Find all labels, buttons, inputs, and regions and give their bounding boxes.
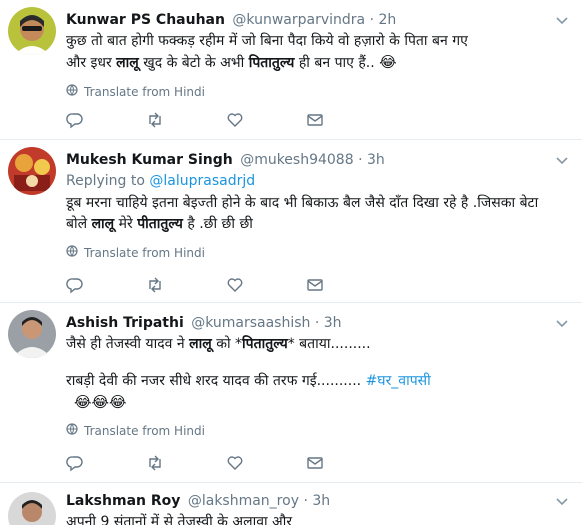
tweet-text: जैसे ही तेजस्वी यादव ने लालू को *पितातुल…: [66, 334, 554, 413]
tweet-header: Lakshman Roy @lakshman_roy · 3h: [66, 492, 554, 510]
separator: ·: [369, 12, 375, 28]
translate-label[interactable]: Translate from Hindi: [84, 245, 205, 261]
translate-label[interactable]: Translate from Hindi: [84, 84, 205, 100]
globe-icon: [66, 84, 78, 100]
avatar-image: [8, 7, 56, 55]
timestamp[interactable]: 3h: [312, 493, 330, 509]
text-line: डूब मरना चाहिये इतना बेइज्ती होने के बाद…: [66, 195, 539, 211]
like-icon[interactable]: [226, 111, 306, 129]
avatar[interactable]: [8, 147, 56, 195]
text-line: और इधर लालू खुद के बेटो के अभी पितातुल्य…: [66, 53, 397, 71]
timestamp[interactable]: 2h: [378, 12, 396, 28]
retweet-icon[interactable]: [146, 454, 226, 472]
avatar[interactable]: [8, 310, 56, 358]
tweet-text: कुछ तो बात होगी फक्कड़ रहीम में जो बिना …: [66, 31, 554, 74]
tweet-actions: [66, 111, 386, 129]
tweet-header: Mukesh Kumar Singh @mukesh94088 · 3h: [66, 151, 554, 169]
globe-icon: [66, 423, 78, 439]
message-icon[interactable]: [306, 276, 386, 294]
text-line: अपनी 9 संतानों में से तेजस्वी के अलावा औ…: [66, 514, 293, 525]
separator: ·: [358, 152, 363, 168]
tweet[interactable]: Lakshman Roy @lakshman_roy · 3h अपनी 9 स…: [0, 483, 582, 525]
message-icon[interactable]: [306, 454, 386, 472]
username[interactable]: @mukesh94088: [240, 152, 353, 168]
username[interactable]: @lakshman_roy: [188, 493, 299, 509]
tweet-text: अपनी 9 संतानों में से तेजस्वी के अलावा औ…: [66, 512, 554, 525]
text-line: राबड़ी देवी की नजर सीधे शरद यादव की तरफ …: [66, 373, 431, 389]
text-line: बोले लालू मेरे पीतातुल्य है .छी छी छी: [66, 216, 253, 232]
caret-down-icon[interactable]: [554, 152, 570, 168]
separator: ·: [303, 493, 308, 509]
reply-icon[interactable]: [66, 111, 146, 129]
caret-down-icon[interactable]: [554, 315, 570, 331]
like-icon[interactable]: [226, 454, 306, 472]
tweet-header: Kunwar PS Chauhan @kunwarparvindra · 2h: [66, 11, 554, 29]
avatar[interactable]: [8, 492, 56, 525]
tweet-feed: Kunwar PS Chauhan @kunwarparvindra · 2h …: [0, 0, 582, 525]
avatar-image: [8, 492, 56, 525]
caret-down-icon[interactable]: [554, 493, 570, 509]
text-line: जैसे ही तेजस्वी यादव ने लालू को *पितातुल…: [66, 336, 371, 352]
display-name[interactable]: Ashish Tripathi: [66, 315, 184, 331]
display-name[interactable]: Lakshman Roy: [66, 493, 180, 509]
caret-down-icon[interactable]: [554, 12, 570, 28]
tweet[interactable]: Kunwar PS Chauhan @kunwarparvindra · 2h …: [0, 0, 582, 140]
retweet-icon[interactable]: [146, 111, 226, 129]
avatar-image: [8, 310, 56, 358]
hashtag-link[interactable]: #घर_वापसी: [366, 373, 431, 389]
tweet-text: डूब मरना चाहिये इतना बेइज्ती होने के बाद…: [66, 193, 554, 235]
username[interactable]: @kumarsaashish: [191, 315, 310, 331]
text-line: कुछ तो बात होगी फक्कड़ रहीम में जो बिना …: [66, 33, 468, 49]
avatar-image: [8, 147, 56, 195]
avatar[interactable]: [8, 7, 56, 55]
timestamp[interactable]: 3h: [367, 152, 385, 168]
translate-label[interactable]: Translate from Hindi: [84, 423, 205, 439]
retweet-icon[interactable]: [146, 276, 226, 294]
translate-link[interactable]: Translate from Hindi: [66, 84, 554, 100]
display-name[interactable]: Kunwar PS Chauhan: [66, 12, 225, 28]
translate-link[interactable]: Translate from Hindi: [66, 423, 554, 439]
translate-link[interactable]: Translate from Hindi: [66, 245, 554, 261]
username[interactable]: @kunwarparvindra: [232, 12, 365, 28]
emoji: 😂: [379, 53, 397, 71]
replying-to: Replying to @laluprasadrjd: [66, 173, 256, 189]
tweet-actions: [66, 454, 386, 472]
separator: ·: [314, 315, 320, 331]
like-icon[interactable]: [226, 276, 306, 294]
globe-icon: [66, 245, 78, 261]
tweet[interactable]: Mukesh Kumar Singh @mukesh94088 · 3h Rep…: [0, 140, 582, 303]
reply-icon[interactable]: [66, 276, 146, 294]
display-name[interactable]: Mukesh Kumar Singh: [66, 152, 233, 168]
tweet[interactable]: Ashish Tripathi @kumarsaashish · 3h जैसे…: [0, 303, 582, 483]
timestamp[interactable]: 3h: [324, 315, 342, 331]
tweet-header: Ashish Tripathi @kumarsaashish · 3h: [66, 314, 554, 332]
replying-to-link[interactable]: @laluprasadrjd: [149, 173, 255, 189]
reply-icon[interactable]: [66, 454, 146, 472]
message-icon[interactable]: [306, 111, 386, 129]
emoji: 😂😂😂: [74, 393, 127, 411]
tweet-actions: [66, 276, 386, 294]
